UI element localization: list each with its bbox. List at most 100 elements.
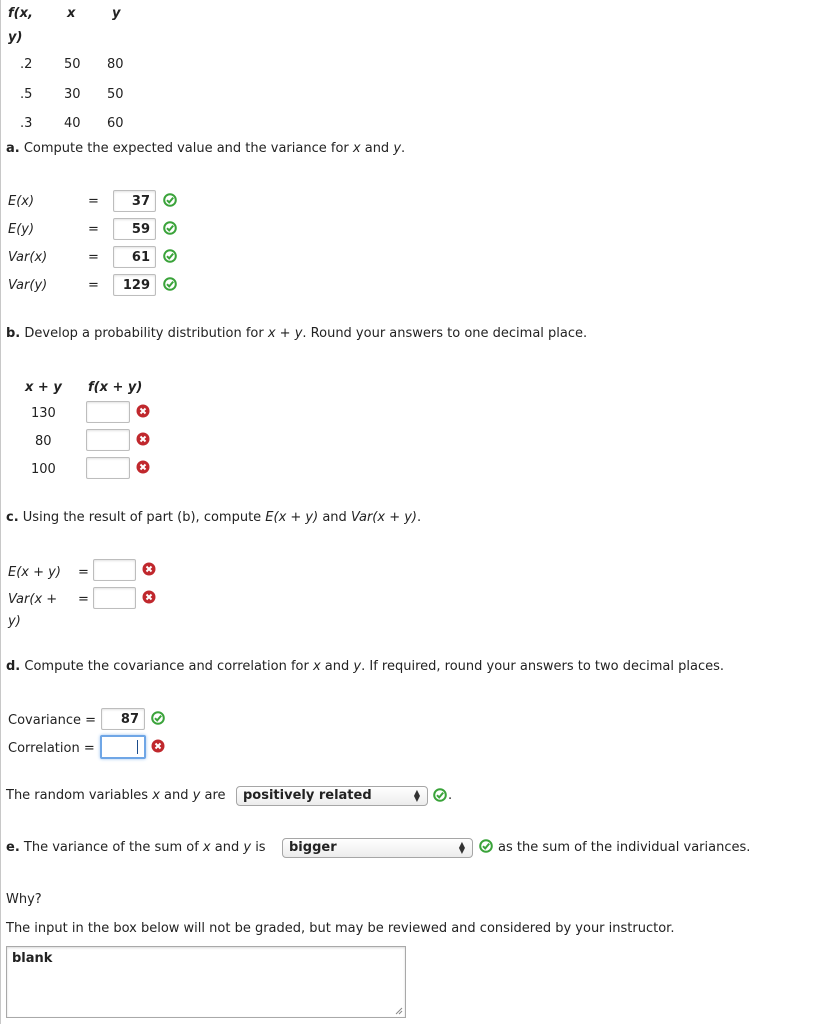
select-value: positively related <box>243 788 372 803</box>
var-y: y <box>393 141 402 156</box>
header-x: x <box>67 6 76 21</box>
label-vary: Var(y) <box>8 278 48 293</box>
varxy-input[interactable] <box>93 587 136 609</box>
part-d-prompt: d. Compute the covariance and correlatio… <box>6 659 724 674</box>
check-icon <box>479 839 493 853</box>
var-x: x <box>202 840 211 855</box>
prompt-text: Using the result of part (b), compute <box>22 510 266 525</box>
header-sum: x + y <box>25 380 62 395</box>
check-icon <box>151 711 165 725</box>
label-ex: E(x) <box>8 194 35 209</box>
error-icon <box>142 562 156 576</box>
prompt-text: is <box>251 840 266 855</box>
select-value: bigger <box>289 840 337 855</box>
part-b-prompt: b. Develop a probability distribution fo… <box>6 326 587 341</box>
why-textarea[interactable]: blank <box>6 946 406 1018</box>
instructor-note: The input in the box below will not be g… <box>6 921 675 936</box>
var-x: x <box>312 659 321 674</box>
part-letter: a. <box>6 141 20 156</box>
error-icon <box>136 432 150 446</box>
vary-input[interactable]: 129 <box>113 274 156 296</box>
prompt-text: and <box>320 659 354 674</box>
part-e-suffix: as the sum of the individual variances. <box>498 840 751 855</box>
check-icon <box>163 249 177 263</box>
correlation-input[interactable] <box>100 735 146 759</box>
cell-y: 60 <box>107 116 124 131</box>
check-icon <box>163 277 177 291</box>
var-x: x <box>352 141 361 156</box>
equals: = <box>88 278 99 293</box>
covariance-label: Covariance = <box>8 713 97 728</box>
cell-x: 30 <box>64 87 81 102</box>
part-letter: e. <box>6 840 20 855</box>
equals: = <box>88 222 99 237</box>
prompt-text: and <box>318 510 351 525</box>
label-varx: Var(x) <box>8 250 48 265</box>
select-arrows-icon: ▲ ▼ <box>458 840 465 855</box>
period: . <box>448 788 453 803</box>
prompt-text: and <box>360 141 394 156</box>
sum-value: 130 <box>31 406 56 421</box>
cell-y: 50 <box>107 87 124 102</box>
ex-input[interactable]: 37 <box>113 190 156 212</box>
label-exy: E(x + y) <box>8 565 61 580</box>
check-icon <box>163 221 177 235</box>
sum-value: 100 <box>31 462 56 477</box>
prompt-text: Compute the expected value and the varia… <box>23 141 353 156</box>
why-label: Why? <box>6 892 42 907</box>
prompt-text: . Round your answers to one decimal plac… <box>302 326 588 341</box>
expr-exy: E(x + y) <box>265 510 319 525</box>
part-letter: c. <box>6 510 19 525</box>
header-f-sum: f(x + y) <box>88 380 143 395</box>
var-y: y <box>353 659 362 674</box>
text-caret <box>137 740 138 754</box>
prompt-text: Develop a probability distribution for <box>24 326 268 341</box>
prompt-text: Compute the covariance and correlation f… <box>24 659 313 674</box>
var-xy: x + y <box>267 326 303 341</box>
variance-comparison-select[interactable]: bigger ▲ ▼ <box>282 838 473 858</box>
header-f: f(x, <box>8 6 33 21</box>
cell-f: .2 <box>20 57 33 72</box>
part-letter: b. <box>6 326 21 341</box>
cell-f: .3 <box>20 116 33 131</box>
relationship-select[interactable]: positively related ▲ ▼ <box>236 786 428 806</box>
prompt-text: . If required, round your answers to two… <box>361 659 725 674</box>
prompt-text: and <box>210 840 244 855</box>
equals: = <box>88 194 99 209</box>
part-letter: d. <box>6 659 21 674</box>
check-icon <box>433 788 447 802</box>
f-sum-input[interactable] <box>86 429 130 451</box>
f-sum-input[interactable] <box>86 401 130 423</box>
select-arrows-icon: ▲ ▼ <box>413 788 420 803</box>
prompt-text: The variance of the sum of <box>23 840 203 855</box>
prompt-text: are <box>200 788 226 803</box>
cell-y: 80 <box>107 57 124 72</box>
resize-grip-icon[interactable] <box>394 1006 403 1015</box>
equals: = <box>78 565 89 580</box>
error-icon <box>136 404 150 418</box>
covariance-input[interactable]: 87 <box>101 708 145 730</box>
prompt-text: The random variables <box>6 788 153 803</box>
exy-input[interactable] <box>93 559 136 581</box>
check-icon <box>163 193 177 207</box>
sum-value: 80 <box>35 434 52 449</box>
prompt-text: . <box>401 141 406 156</box>
var-x: x <box>152 788 160 803</box>
varx-input[interactable]: 61 <box>113 246 156 268</box>
error-icon <box>142 590 156 604</box>
error-icon <box>136 460 150 474</box>
header-f-cont: y) <box>8 30 23 45</box>
f-sum-input[interactable] <box>86 457 130 479</box>
correlation-label: Correlation = <box>8 741 95 756</box>
label-ey: E(y) <box>8 222 35 237</box>
textarea-value: blank <box>12 951 53 966</box>
cell-f: .5 <box>20 87 33 102</box>
label-varxy: Var(x + <box>8 592 58 607</box>
header-y: y <box>112 6 121 21</box>
expr-varxy: Var(x + y) <box>350 510 417 525</box>
ey-input[interactable]: 59 <box>113 218 156 240</box>
part-c-prompt: c. Using the result of part (b), compute… <box>6 510 421 525</box>
equals: = <box>88 250 99 265</box>
prompt-text: . <box>417 510 422 525</box>
prompt-text: and <box>159 788 193 803</box>
